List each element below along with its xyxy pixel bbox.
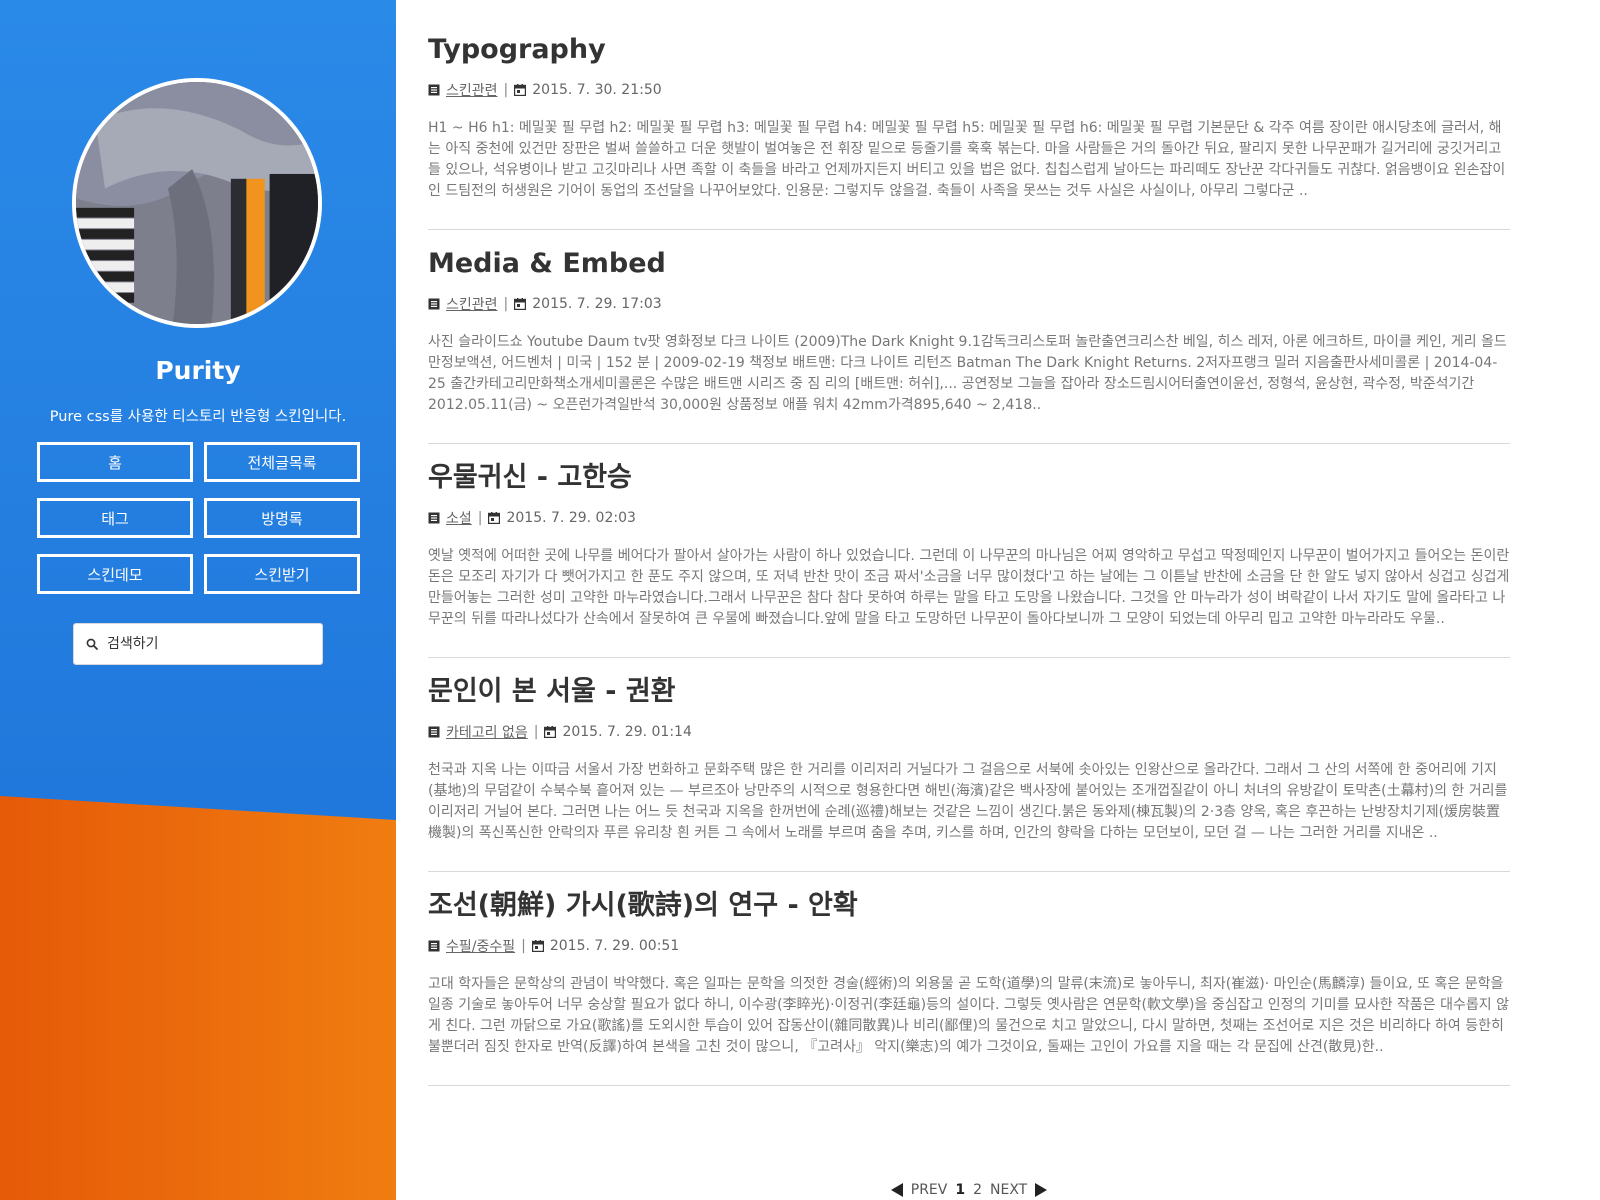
- calendar-icon: [488, 512, 501, 524]
- post-date: 2015. 7. 30. 21:50: [532, 82, 662, 98]
- nav-tags-button[interactable]: 태그: [37, 498, 193, 538]
- search-icon: [86, 638, 99, 650]
- meta-separator: |: [477, 510, 483, 526]
- post-category[interactable]: 소설: [446, 508, 472, 528]
- post-category[interactable]: 수필/중수필: [446, 936, 515, 956]
- post-date: 2015. 7. 29. 01:14: [562, 724, 692, 740]
- post-meta: 카테고리 없음 | 2015. 7. 29. 01:14: [428, 722, 1510, 742]
- post-title[interactable]: Media & Embed: [428, 244, 1510, 284]
- calendar-icon: [514, 298, 527, 310]
- post-category[interactable]: 스킨관련: [446, 80, 498, 100]
- avatar-image: [76, 82, 318, 324]
- sidebar-orange-band: [0, 796, 396, 1200]
- category-icon: [428, 726, 440, 738]
- post-category[interactable]: 스킨관련: [446, 294, 498, 314]
- prev-link[interactable]: PREV: [911, 1182, 948, 1198]
- pagination: PREV 1 2 NEXT: [428, 1182, 1510, 1198]
- post-date: 2015. 7. 29. 02:03: [506, 510, 636, 526]
- post-item: 우물귀신 - 고한승 소설 | 2015. 7. 29. 02:03 옛날 옛적…: [428, 458, 1510, 658]
- post-title[interactable]: 조선(朝鮮) 가시(歌詩)의 연구 - 안확: [428, 886, 1510, 926]
- category-icon: [428, 84, 440, 96]
- post-meta: 스킨관련 | 2015. 7. 30. 21:50: [428, 80, 1510, 100]
- post-excerpt: 옛날 옛적에 어떠한 곳에 나무를 베어다가 팔아서 살아가는 사람이 하나 있…: [428, 548, 1510, 627]
- nav-skin-demo-button[interactable]: 스킨데모: [37, 554, 193, 594]
- nav-skin-download-button[interactable]: 스킨받기: [204, 554, 360, 594]
- post-item: Media & Embed 스킨관련 | 2015. 7. 29. 17:03 …: [428, 244, 1510, 444]
- category-icon: [428, 940, 440, 952]
- post-meta: 수필/중수필 | 2015. 7. 29. 00:51: [428, 936, 1510, 956]
- meta-separator: |: [521, 938, 526, 954]
- post-excerpt: 사진 슬라이드쇼 Youtube Daum tv팟 영화정보 다크 나이트 (2…: [428, 334, 1507, 413]
- post-title[interactable]: 우물귀신 - 고한승: [428, 458, 1510, 498]
- post-meta: 소설 | 2015. 7. 29. 02:03: [428, 508, 1510, 528]
- post-meta: 스킨관련 | 2015. 7. 29. 17:03: [428, 294, 1510, 314]
- post-item: 문인이 본 서울 - 권환 카테고리 없음 | 2015. 7. 29. 01:…: [428, 672, 1510, 872]
- post-category[interactable]: 카테고리 없음: [446, 722, 528, 742]
- search-input[interactable]: [105, 635, 309, 653]
- blog-description: Pure css를 사용한 티스토리 반응형 스킨입니다.: [49, 409, 347, 425]
- prev-arrow-icon[interactable]: [890, 1183, 903, 1197]
- category-icon: [428, 298, 440, 310]
- post-list: Typography 스킨관련 | 2015. 7. 30. 21:50 H1 …: [428, 0, 1510, 1100]
- meta-separator: |: [503, 82, 509, 98]
- meta-separator: |: [503, 296, 509, 312]
- blog-name[interactable]: Purity: [0, 356, 396, 385]
- post-excerpt: 천국과 지옥 나는 이따금 서울서 가장 번화하고 문화주택 많은 한 거리를 …: [428, 762, 1508, 841]
- page-2-link[interactable]: 2: [973, 1182, 982, 1198]
- post-title[interactable]: Typography: [428, 30, 1510, 70]
- meta-separator: |: [533, 724, 539, 740]
- nav-all-posts-button[interactable]: 전체글목록: [204, 442, 360, 482]
- post-date: 2015. 7. 29. 17:03: [532, 296, 662, 312]
- nav-home-button[interactable]: 홈: [37, 442, 193, 482]
- post-excerpt: H1 ~ H6 h1: 메밀꽃 필 무렵 h2: 메밀꽃 필 무렵 h3: 메밀…: [428, 120, 1506, 199]
- post-title[interactable]: 문인이 본 서울 - 권환: [428, 672, 1510, 712]
- next-link[interactable]: NEXT: [990, 1182, 1027, 1198]
- post-item: 조선(朝鮮) 가시(歌詩)의 연구 - 안확 수필/중수필 | 2015. 7.…: [428, 886, 1510, 1086]
- category-icon: [428, 512, 440, 524]
- post-date: 2015. 7. 29. 00:51: [549, 938, 680, 954]
- avatar[interactable]: [72, 78, 322, 328]
- calendar-icon: [544, 726, 557, 738]
- next-arrow-icon[interactable]: [1035, 1183, 1048, 1197]
- search-box[interactable]: [73, 623, 323, 665]
- sidebar: Purity Pure css를 사용한 티스토리 반응형 스킨입니다. 홈 전…: [0, 0, 396, 1200]
- nav-guestbook-button[interactable]: 방명록: [204, 498, 360, 538]
- calendar-icon: [531, 940, 544, 952]
- page-1-link[interactable]: 1: [955, 1182, 965, 1198]
- post-excerpt: 고대 학자들은 문학상의 관념이 박약했다. 혹은 일파는 문학을 의젓한 경술…: [428, 976, 1509, 1055]
- post-item: Typography 스킨관련 | 2015. 7. 30. 21:50 H1 …: [428, 0, 1510, 230]
- calendar-icon: [514, 84, 527, 96]
